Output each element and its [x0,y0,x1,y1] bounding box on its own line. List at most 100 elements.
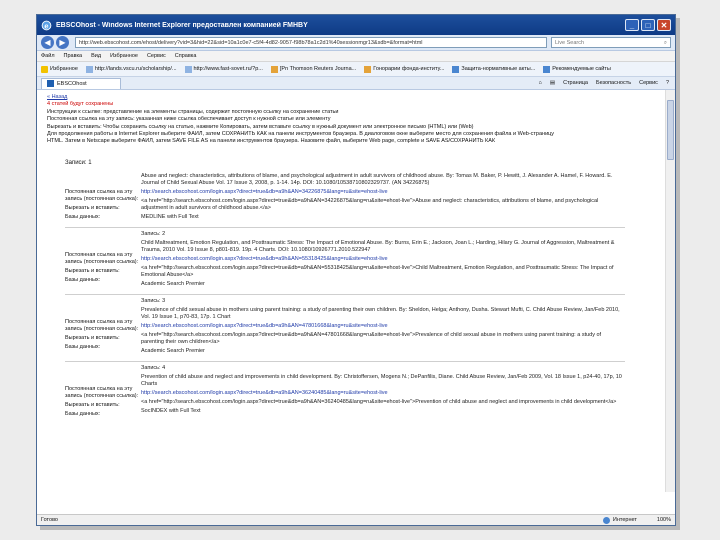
service-menu[interactable]: Сервис [639,80,658,86]
record-body: Abuse and neglect: characteristics, attr… [141,173,625,223]
menu-edit[interactable]: Правка [64,53,83,59]
status-bar: Готово Интернет 100% [37,514,675,525]
permalink-label: Постоянная ссылка на эту запись (постоян… [65,385,139,399]
cut-paste-html[interactable]: <a href="http://search.ebscohost.com/log… [141,332,625,346]
instruction-line: Для продолжения работы в Internet Explor… [47,131,555,138]
search-placeholder: Live Search [555,40,585,46]
permalink[interactable]: http://search.ebscohost.com/login.aspx?d… [141,323,625,330]
cut-paste-html[interactable]: <a href="http://search.ebscohost.com/log… [141,265,625,279]
instruction-line: Постоянная ссылка на эту запись: указанн… [47,116,331,123]
menu-bar: Файл Правка Вид Избранное Сервис Справка [37,51,675,62]
permalink-label: Постоянная ссылка на эту запись (постоян… [65,251,139,265]
permalink[interactable]: http://search.ebscohost.com/login.aspx?d… [141,256,625,263]
instructions: « Назад 4 статей будут сохранены Инструк… [47,94,651,146]
vertical-scrollbar[interactable] [665,90,675,492]
forward-icon[interactable]: ▶ [56,36,69,49]
tab-label: EBSCOhost [57,80,87,87]
records-list: Записи: 1 Постоянная ссылка на эту запис… [65,160,625,420]
database-name: MEDLINE with Full Text [141,213,199,220]
cut-paste-label: Вырезать и вставить: [65,204,120,211]
svg-text:e: e [44,21,49,30]
page-icon [85,65,93,73]
cut-paste-html[interactable]: <a href="http://search.ebscohost.com/log… [141,198,625,212]
database-name: Academic Search Premier [141,347,205,354]
minimize-button[interactable]: _ [625,19,639,31]
permalink-label: Постоянная ссылка на эту запись (постоян… [65,188,139,202]
instruction-line: Инструкции к ссылке: представление на эл… [47,108,339,115]
menu-file[interactable]: Файл [41,53,55,59]
citation: Prevention of child abuse and neglect an… [141,373,622,387]
maximize-button[interactable]: □ [641,19,655,31]
ebsco-icon [47,80,54,87]
ie-logo-icon: e [41,20,52,30]
menu-favorites[interactable]: Избранное [110,53,138,59]
citation: Child Maltreatment, Emotion Regulation, … [141,239,615,253]
back-link[interactable]: « Назад [47,94,651,101]
cut-paste-label: Вырезать и вставить: [65,334,120,341]
search-icon[interactable]: ⌕ [664,38,667,47]
print-icon[interactable]: ▤ [550,80,555,86]
favorite-link[interactable]: Защита-нормативные акты... [452,65,535,73]
record-number: Запись: 3 [141,297,166,304]
favorite-link[interactable]: http://www.fast-sovet.ru/?p... [184,65,263,73]
zoom-level[interactable]: 100% [657,517,671,523]
page-icon [184,65,192,73]
title-bar: e EBSCOhost - Windows Internet Explorer … [37,15,675,35]
saved-count: 4 статей будут сохранены [47,101,114,108]
scrollbar-thumb[interactable] [667,100,674,160]
citation: Prevalence of child sexual abuse in moth… [141,306,620,320]
tab-bar: EBSCOhost ⌂ ▤ Страница Безопасность Серв… [37,77,675,90]
security-menu[interactable]: Безопасность [596,80,631,86]
record-labels: Постоянная ссылка на эту запись (постоян… [65,298,141,357]
menu-tools[interactable]: Сервис [147,53,166,59]
browser-window: e EBSCOhost - Windows Internet Explorer … [36,14,676,526]
record-body: Запись: 3 Prevalence of child sexual abu… [141,298,625,357]
cut-paste-html[interactable]: <a href="http://search.ebscohost.com/log… [141,399,625,406]
record: Постоянная ссылка на эту запись (постоян… [65,170,625,223]
favorite-link[interactable]: http://lands.vscu.ru/scholarship/... [85,65,177,73]
help-icon[interactable]: ? [666,80,669,86]
tab-ebscohost[interactable]: EBSCOhost [41,77,121,89]
favorite-link[interactable]: Рекомендуемые сайты [543,65,611,73]
record-labels: Постоянная ссылка на эту запись (постоян… [65,365,141,420]
close-button[interactable]: ✕ [657,19,671,31]
permalink[interactable]: http://search.ebscohost.com/login.aspx?d… [141,189,625,196]
home-icon[interactable]: ⌂ [539,80,542,86]
permalink-label: Постоянная ссылка на эту запись (постоян… [65,318,139,332]
globe-icon [602,516,610,524]
favorites-star[interactable]: Избранное [41,65,78,73]
favorite-link[interactable]: Гонорарии фонда-институ... [364,65,444,73]
record: Постоянная ссылка на эту запись (постоян… [65,293,625,357]
security-zone: Интернет [602,516,637,524]
search-input[interactable]: Live Search ⌕ [551,37,671,48]
citation: Abuse and neglect: characteristics, attr… [141,172,613,186]
record-labels: Постоянная ссылка на эту запись (постоян… [65,173,141,223]
url-field[interactable]: http://web.ebscohost.com/ehost/delivery?… [75,37,547,48]
cut-paste-label: Вырезать и вставить: [65,401,120,408]
database-label: Базы данных: [65,343,101,350]
status-text: Готово [41,517,58,523]
page-menu[interactable]: Страница [563,80,588,86]
page-icon [543,65,551,73]
favorite-link[interactable]: [Pn Thomson Reuters Journa... [270,65,356,73]
database-label: Базы данных: [65,276,101,283]
back-icon[interactable]: ◀ [41,36,54,49]
menu-view[interactable]: Вид [91,53,101,59]
record-labels: Постоянная ссылка на эту запись (постоян… [65,231,141,290]
database-label: Базы данных: [65,410,101,417]
permalink[interactable]: http://search.ebscohost.com/login.aspx?d… [141,390,625,397]
record: Постоянная ссылка на эту запись (постоян… [65,360,625,420]
database-label: Базы данных: [65,213,101,220]
record-body: Запись: 4 Prevention of child abuse and … [141,365,625,420]
star-icon [41,65,48,73]
instruction-line: Вырезать и вставить: Чтобы сохранить ссы… [47,123,474,130]
cut-paste-label: Вырезать и вставить: [65,267,120,274]
page-icon [270,65,278,73]
records-heading: Записи: 1 [65,159,92,166]
menu-help[interactable]: Справка [175,53,197,59]
page-icon [364,65,372,73]
record-number: Запись: 4 [141,364,166,371]
page-content: « Назад 4 статей будут сохранены Инструк… [37,90,675,492]
database-name: SocINDEX with Full Text [141,407,201,414]
database-name: Academic Search Premier [141,280,205,287]
